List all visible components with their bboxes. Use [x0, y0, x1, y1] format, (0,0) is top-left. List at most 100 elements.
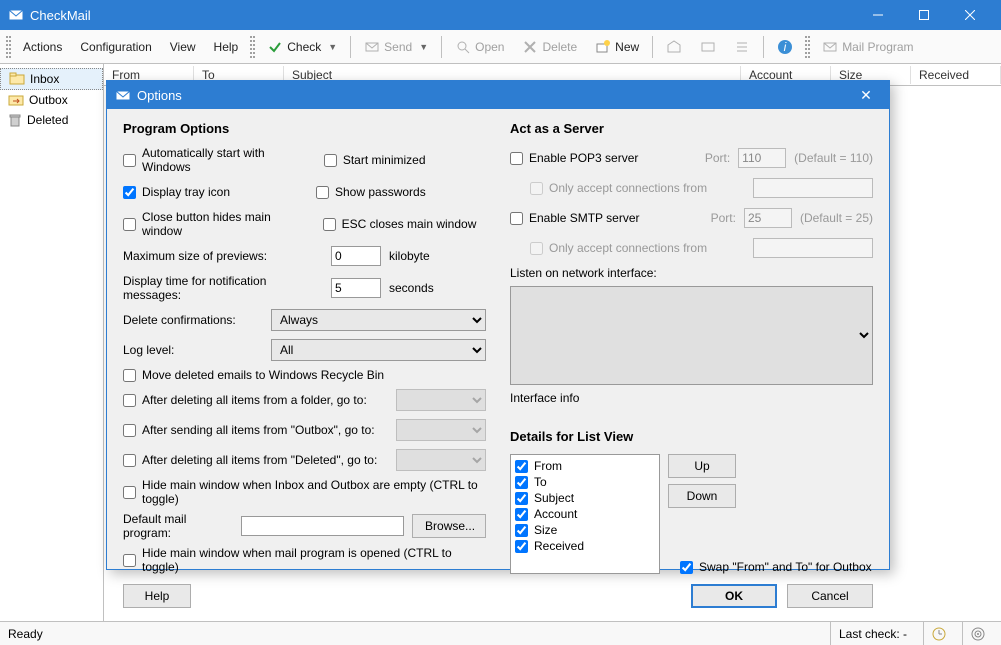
log-level-label: Log level:: [123, 343, 263, 357]
delete-conf-select[interactable]: Always: [271, 309, 486, 331]
move-recycle-checkbox[interactable]: Move deleted emails to Windows Recycle B…: [123, 368, 486, 382]
sidebar-item-label: Deleted: [27, 113, 68, 127]
notif-time-input[interactable]: [331, 278, 381, 298]
send-label: Send: [384, 40, 412, 54]
close-button[interactable]: [947, 0, 993, 30]
svg-text:i: i: [784, 40, 787, 54]
folder-icon: [8, 93, 24, 107]
app-icon: [8, 7, 24, 23]
envelope-open-icon: [666, 39, 682, 55]
dialog-titlebar[interactable]: Options ✕: [107, 81, 889, 109]
folder-sidebar: Inbox Outbox Deleted: [0, 64, 104, 621]
default-mail-label: Default mail program:: [123, 512, 233, 540]
after-delete-deleted-checkbox[interactable]: After deleting all items from "Deleted",…: [123, 453, 377, 467]
delete-conf-label: Delete confirmations:: [123, 313, 263, 327]
new-label: New: [615, 40, 639, 54]
clock-icon[interactable]: [923, 622, 954, 645]
listen-interface-label: Listen on network interface:: [510, 266, 873, 280]
details-listbox[interactable]: From To Subject Account Size Received: [510, 454, 660, 574]
search-icon: [455, 39, 471, 55]
mail-icon-button[interactable]: [658, 35, 690, 59]
list-button[interactable]: [726, 35, 758, 59]
info-button[interactable]: i: [769, 35, 801, 59]
toolbar-grip[interactable]: [805, 36, 810, 58]
after-send-outbox-checkbox[interactable]: After sending all items from "Outbox", g…: [123, 423, 375, 437]
chevron-down-icon[interactable]: ▼: [419, 42, 428, 52]
tray-icon-checkbox[interactable]: Display tray icon: [123, 185, 230, 199]
log-level-select[interactable]: All: [271, 339, 486, 361]
list-item[interactable]: Received: [515, 539, 655, 553]
after-delete-folder-checkbox[interactable]: After deleting all items from a folder, …: [123, 393, 367, 407]
status-text: Ready: [8, 627, 822, 641]
sidebar-item-inbox[interactable]: Inbox: [0, 68, 103, 90]
server-heading: Act as a Server: [510, 121, 873, 136]
smtp-port-input: [744, 208, 792, 228]
hide-when-empty-checkbox[interactable]: Hide main window when Inbox and Outbox a…: [123, 478, 486, 506]
mail-program-button[interactable]: Mail Program: [814, 35, 921, 59]
statusbar: Ready Last check: -: [0, 621, 1001, 645]
listen-interface-select[interactable]: [510, 286, 873, 385]
sidebar-item-outbox[interactable]: Outbox: [0, 90, 103, 110]
esc-closes-checkbox[interactable]: ESC closes main window: [323, 217, 486, 231]
close-hides-checkbox[interactable]: Close button hides main window: [123, 210, 307, 238]
check-button[interactable]: Check ▼: [259, 35, 345, 59]
info-icon: i: [777, 39, 793, 55]
list-icon: [734, 39, 750, 55]
start-minimized-checkbox[interactable]: Start minimized: [324, 153, 486, 167]
after-send-outbox-select: [396, 419, 486, 441]
menu-view[interactable]: View: [162, 36, 204, 58]
max-preview-unit: kilobyte: [389, 249, 430, 263]
default-mail-input[interactable]: [241, 516, 404, 536]
target-icon[interactable]: [962, 622, 993, 645]
list-item[interactable]: From: [515, 459, 655, 473]
sidebar-item-label: Outbox: [29, 93, 68, 107]
max-preview-label: Maximum size of previews:: [123, 249, 323, 263]
max-preview-input[interactable]: [331, 246, 381, 266]
col-received[interactable]: Received: [911, 66, 1001, 84]
send-button[interactable]: Send ▼: [356, 35, 436, 59]
list-item[interactable]: Subject: [515, 491, 655, 505]
toolbar-grip[interactable]: [6, 36, 11, 58]
list-item[interactable]: To: [515, 475, 655, 489]
cancel-button[interactable]: Cancel: [787, 584, 873, 608]
dialog-close-button[interactable]: ✕: [851, 81, 881, 109]
program-options-heading: Program Options: [123, 121, 486, 136]
up-button[interactable]: Up: [668, 454, 736, 478]
check-label: Check: [287, 40, 321, 54]
ok-button[interactable]: OK: [691, 584, 777, 608]
menu-configuration[interactable]: Configuration: [72, 36, 159, 58]
delete-button[interactable]: Delete: [514, 35, 585, 59]
sidebar-item-deleted[interactable]: Deleted: [0, 110, 103, 130]
down-button[interactable]: Down: [668, 484, 736, 508]
browse-button[interactable]: Browse...: [412, 514, 486, 538]
window-title: CheckMail: [30, 8, 855, 23]
help-button[interactable]: Help: [123, 584, 191, 608]
swap-from-to-checkbox[interactable]: Swap "From" and To" for Outbox: [680, 560, 873, 574]
open-button[interactable]: Open: [447, 35, 512, 59]
after-delete-folder-select: [396, 389, 486, 411]
check-icon: [267, 39, 283, 55]
pop3-default-label: (Default = 110): [794, 151, 873, 165]
mail-program-label: Mail Program: [842, 40, 913, 54]
enable-smtp-checkbox[interactable]: Enable SMTP server: [510, 211, 640, 225]
options-dialog: Options ✕ Program Options Automatically …: [106, 80, 890, 570]
pop3-accept-from-input: [753, 178, 873, 198]
new-button[interactable]: New: [587, 35, 647, 59]
minimize-button[interactable]: [855, 0, 901, 30]
list-item[interactable]: Account: [515, 507, 655, 521]
menu-help[interactable]: Help: [206, 36, 247, 58]
envelope-button[interactable]: [692, 35, 724, 59]
show-passwords-checkbox[interactable]: Show passwords: [316, 185, 486, 199]
notif-time-unit: seconds: [389, 281, 434, 295]
menu-actions[interactable]: Actions: [15, 36, 70, 58]
enable-pop3-checkbox[interactable]: Enable POP3 server: [510, 151, 638, 165]
maximize-button[interactable]: [901, 0, 947, 30]
menubar: Actions Configuration View Help Check ▼ …: [0, 30, 1001, 64]
auto-start-checkbox[interactable]: Automatically start with Windows: [123, 146, 308, 174]
after-delete-deleted-select: [396, 449, 486, 471]
toolbar-grip[interactable]: [250, 36, 255, 58]
notif-time-label: Display time for notification messages:: [123, 274, 323, 302]
chevron-down-icon[interactable]: ▼: [328, 42, 337, 52]
list-item[interactable]: Size: [515, 523, 655, 537]
hide-on-open-checkbox[interactable]: Hide main window when mail program is op…: [123, 546, 486, 574]
